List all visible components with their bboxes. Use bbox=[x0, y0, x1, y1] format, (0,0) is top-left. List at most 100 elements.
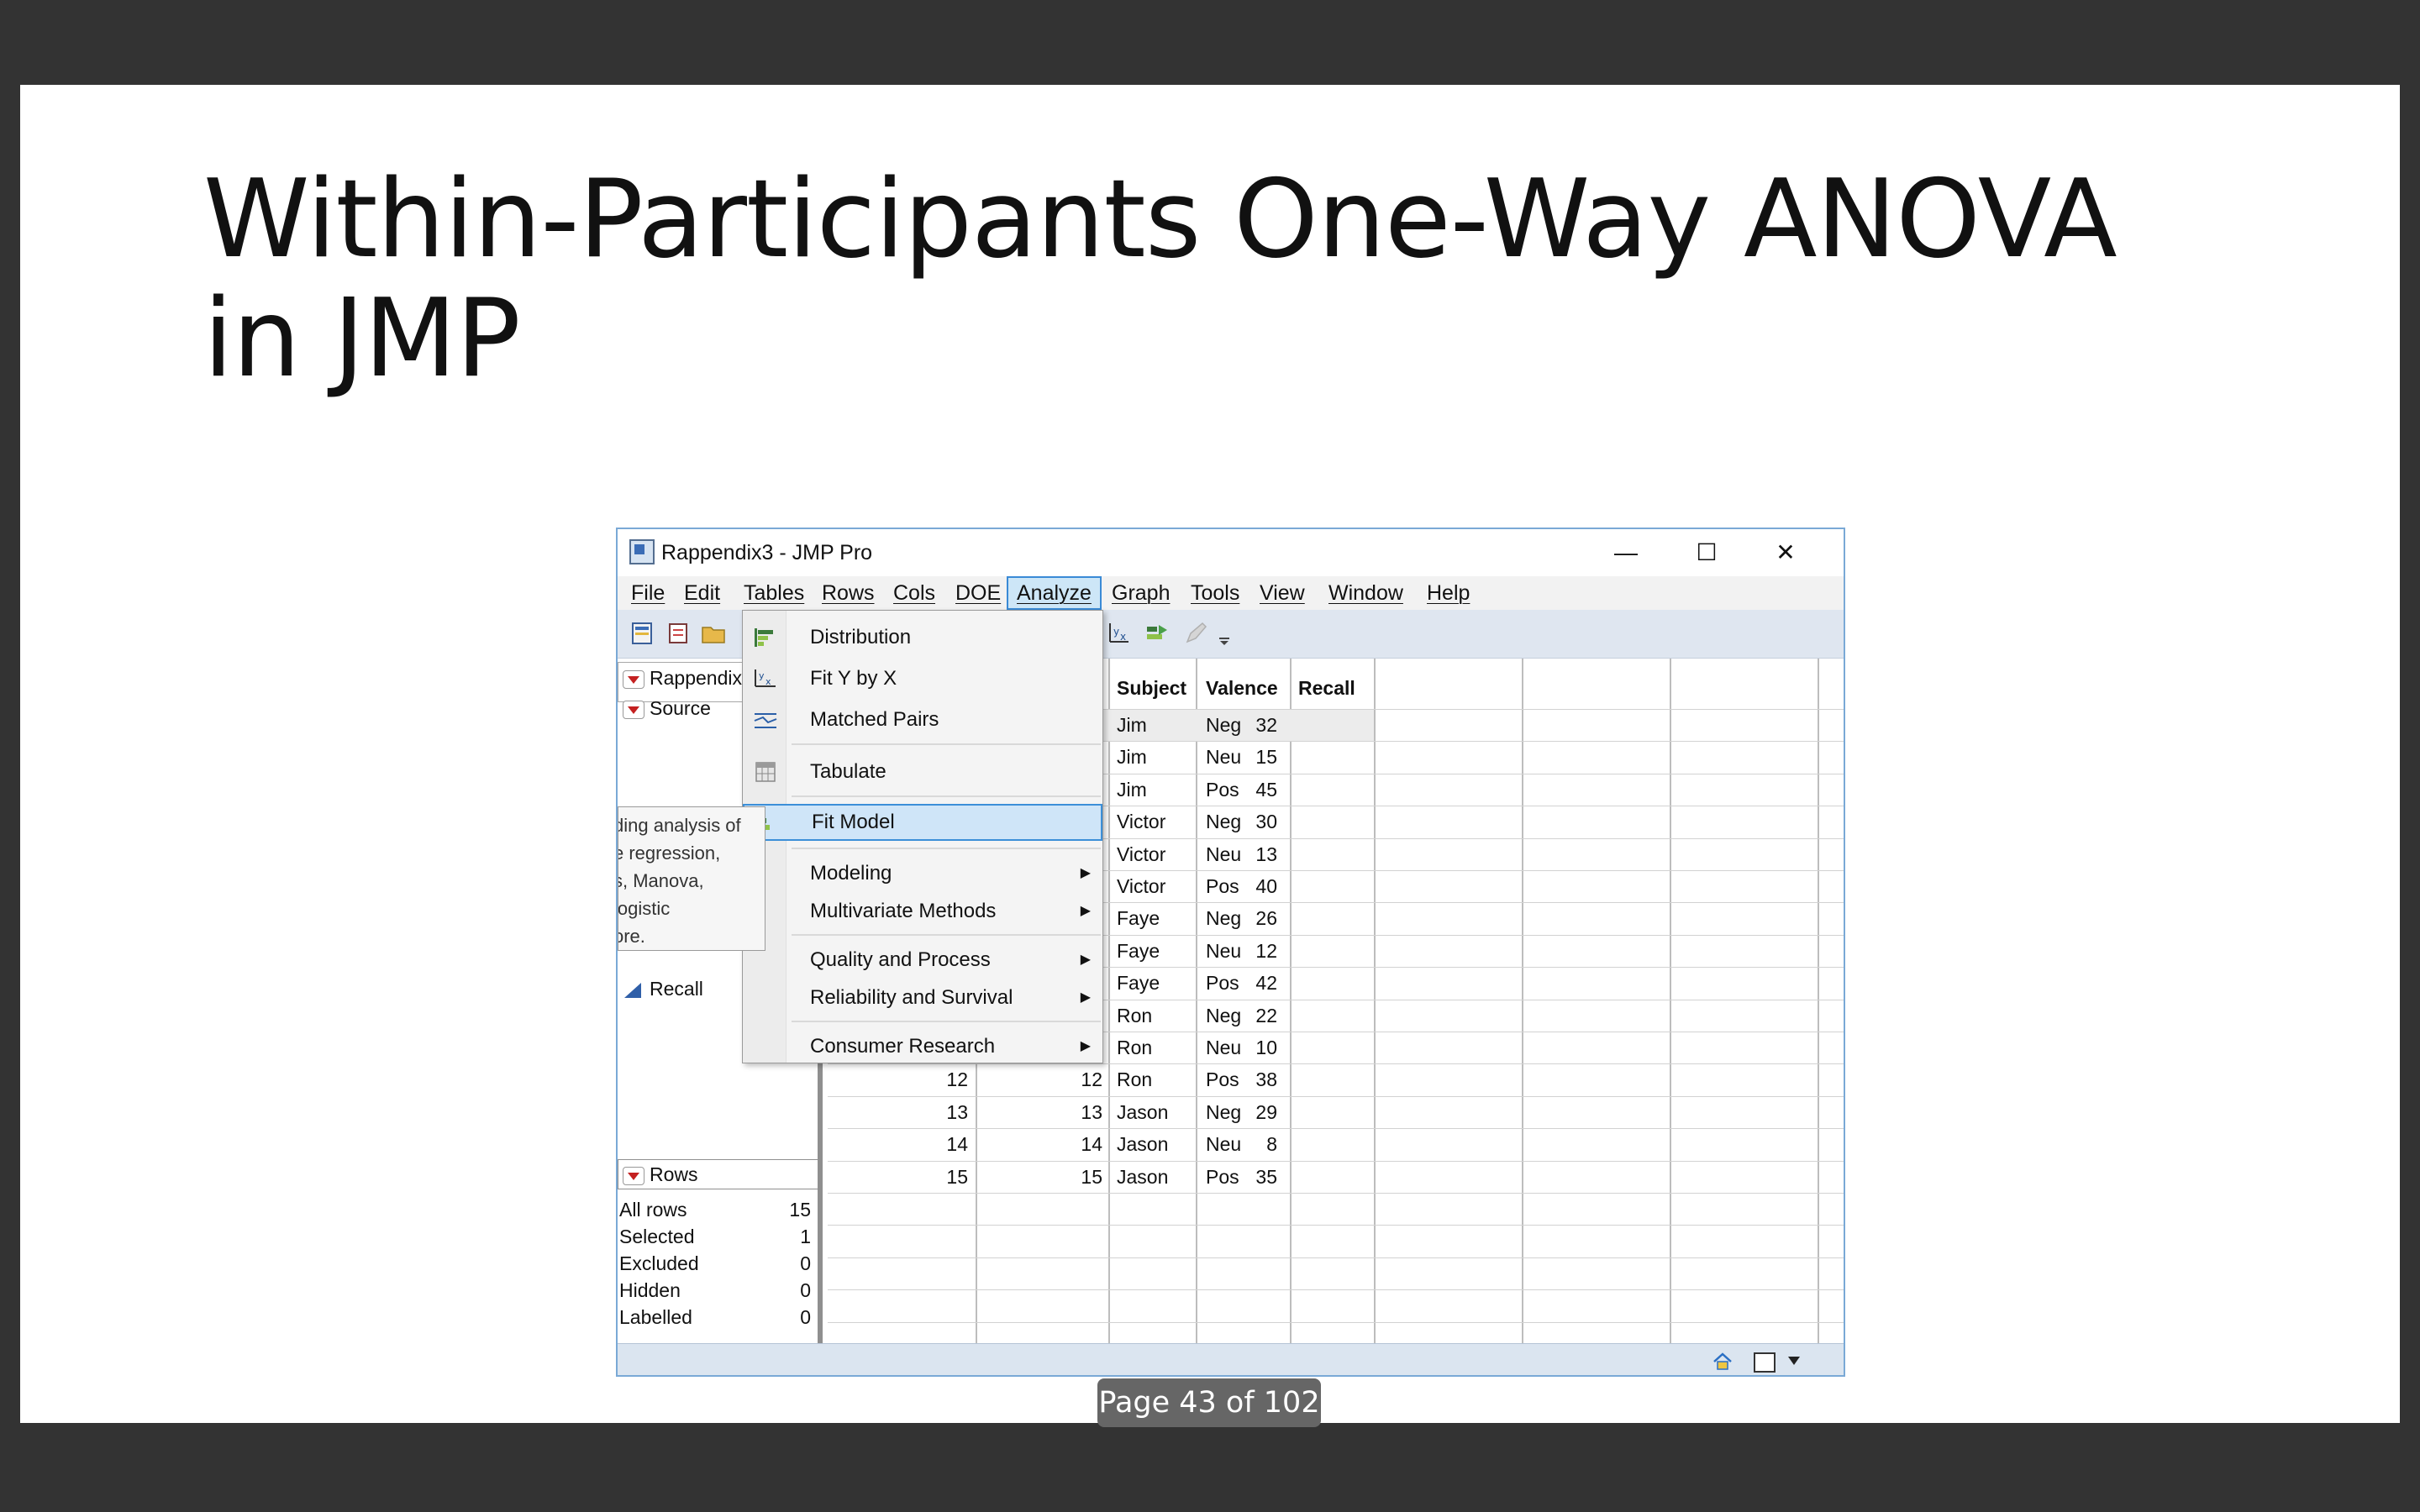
submenu-arrow-icon: ▶ bbox=[1080, 866, 1091, 880]
recall-cell[interactable]: 26 bbox=[1255, 907, 1277, 930]
valence-cell[interactable]: Neu bbox=[1206, 940, 1241, 963]
close-button[interactable]: ✕ bbox=[1760, 534, 1811, 571]
toolbar-overflow-icon[interactable] bbox=[1216, 620, 1233, 647]
red-triangle-icon[interactable] bbox=[623, 1166, 644, 1185]
recall-cell[interactable]: 45 bbox=[1255, 779, 1277, 801]
fit-y-by-x-toolbar-icon[interactable]: yx bbox=[1105, 620, 1132, 647]
menu-item-matched-pairs[interactable]: Matched Pairs bbox=[743, 701, 1102, 738]
menu-item-fit-y-by-x[interactable]: yx Fit Y by X bbox=[743, 660, 1102, 697]
column-header-subject[interactable]: Subject bbox=[1117, 677, 1186, 700]
menu-item-distribution[interactable]: Distribution bbox=[743, 619, 1102, 656]
menu-tools[interactable]: Tools bbox=[1191, 576, 1239, 610]
recall-cell[interactable]: 42 bbox=[1255, 972, 1277, 995]
rows-header[interactable]: Rows bbox=[623, 1163, 698, 1186]
recall-cell[interactable]: 22 bbox=[1255, 1005, 1277, 1027]
subject-cell[interactable]: Jim bbox=[1117, 746, 1147, 769]
recall-cell[interactable]: 40 bbox=[1255, 875, 1277, 898]
recall-cell[interactable]: 32 bbox=[1255, 714, 1277, 737]
slide-title-line-2: in JMP bbox=[203, 276, 521, 402]
table-name-row[interactable]: Rappendix bbox=[623, 667, 742, 690]
subject-cell[interactable]: Victor bbox=[1117, 811, 1165, 833]
row-id-cell[interactable]: 14 bbox=[1081, 1133, 1102, 1156]
minimize-button[interactable]: — bbox=[1601, 534, 1651, 571]
red-triangle-icon[interactable] bbox=[623, 669, 644, 689]
menu-file[interactable]: File bbox=[631, 576, 665, 610]
new-script-icon[interactable] bbox=[665, 620, 692, 647]
subject-cell[interactable]: Jason bbox=[1117, 1166, 1168, 1189]
valence-cell[interactable]: Neg bbox=[1206, 1005, 1241, 1027]
menu-item-reliability-and-survival[interactable]: Reliability and Survival ▶ bbox=[743, 979, 1102, 1016]
menu-item-modeling[interactable]: Modeling ▶ bbox=[743, 855, 1102, 892]
valence-cell[interactable]: Neg bbox=[1206, 1101, 1241, 1124]
valence-cell[interactable]: Neu bbox=[1206, 843, 1241, 866]
menu-graph[interactable]: Graph bbox=[1112, 576, 1170, 610]
valence-cell[interactable]: Pos bbox=[1206, 972, 1239, 995]
maximize-button[interactable]: ☐ bbox=[1681, 534, 1732, 571]
menu-item-quality-and-process[interactable]: Quality and Process ▶ bbox=[743, 942, 1102, 979]
row-number[interactable]: 15 bbox=[946, 1166, 968, 1189]
recall-cell[interactable]: 13 bbox=[1255, 843, 1277, 866]
red-triangle-icon[interactable] bbox=[623, 700, 644, 719]
menu-item-tabulate[interactable]: Tabulate bbox=[743, 753, 1102, 790]
subject-cell[interactable]: Victor bbox=[1117, 875, 1165, 898]
row-id-cell[interactable]: 13 bbox=[1081, 1101, 1102, 1124]
subject-cell[interactable]: Faye bbox=[1117, 907, 1160, 930]
subject-cell[interactable]: Faye bbox=[1117, 972, 1160, 995]
menu-view[interactable]: View bbox=[1260, 576, 1305, 610]
valence-cell[interactable]: Neu bbox=[1206, 1133, 1241, 1156]
subject-cell[interactable]: Jason bbox=[1117, 1101, 1168, 1124]
menu-window[interactable]: Window bbox=[1328, 576, 1403, 610]
recall-cell[interactable]: 10 bbox=[1255, 1037, 1277, 1059]
row-number[interactable]: 13 bbox=[946, 1101, 968, 1124]
menu-item-multivariate-methods[interactable]: Multivariate Methods ▶ bbox=[743, 893, 1102, 930]
valence-cell[interactable]: Pos bbox=[1206, 875, 1239, 898]
menu-edit[interactable]: Edit bbox=[684, 576, 720, 610]
subject-cell[interactable]: Ron bbox=[1117, 1037, 1152, 1059]
menu-cols[interactable]: Cols bbox=[893, 576, 935, 610]
open-folder-icon[interactable] bbox=[700, 620, 727, 647]
recall-cell[interactable]: 12 bbox=[1255, 940, 1277, 963]
valence-cell[interactable]: Neu bbox=[1206, 1037, 1241, 1059]
dropdown-arrow-icon[interactable] bbox=[1787, 1356, 1801, 1366]
subject-cell[interactable]: Jim bbox=[1117, 714, 1147, 737]
subject-cell[interactable]: Ron bbox=[1117, 1005, 1152, 1027]
valence-cell[interactable]: Neg bbox=[1206, 811, 1241, 833]
valence-cell[interactable]: Pos bbox=[1206, 1068, 1239, 1091]
edit-pencil-icon[interactable] bbox=[1182, 620, 1209, 647]
row-id-cell[interactable]: 12 bbox=[1081, 1068, 1102, 1091]
valence-cell[interactable]: Neg bbox=[1206, 714, 1241, 737]
menu-analyze[interactable]: Analyze bbox=[1007, 576, 1102, 610]
menu-item-fit-model[interactable]: Fit Model bbox=[743, 804, 1102, 841]
menu-item-consumer-research[interactable]: Consumer Research ▶ bbox=[743, 1028, 1102, 1065]
valence-cell[interactable]: Pos bbox=[1206, 779, 1239, 801]
subject-cell[interactable]: Jim bbox=[1117, 779, 1147, 801]
home-icon[interactable] bbox=[1712, 1351, 1733, 1373]
row-number[interactable]: 12 bbox=[946, 1068, 968, 1091]
recall-cell[interactable]: 15 bbox=[1255, 746, 1277, 769]
source-row[interactable]: Source bbox=[623, 697, 711, 720]
menu-help[interactable]: Help bbox=[1427, 576, 1470, 610]
subject-cell[interactable]: Faye bbox=[1117, 940, 1160, 963]
valence-cell[interactable]: Neg bbox=[1206, 907, 1241, 930]
column-header-valence[interactable]: Valence bbox=[1206, 677, 1278, 700]
window-list-icon[interactable] bbox=[1754, 1352, 1776, 1373]
recall-cell[interactable]: 29 bbox=[1255, 1101, 1277, 1124]
recall-cell[interactable]: 35 bbox=[1255, 1166, 1277, 1189]
recall-cell[interactable]: 8 bbox=[1266, 1133, 1277, 1156]
valence-cell[interactable]: Pos bbox=[1206, 1166, 1239, 1189]
row-id-cell[interactable]: 15 bbox=[1081, 1166, 1102, 1189]
column-header-recall[interactable]: Recall bbox=[1298, 677, 1355, 700]
column-recall-row[interactable]: Recall bbox=[623, 978, 703, 1000]
subject-cell[interactable]: Ron bbox=[1117, 1068, 1152, 1091]
new-table-icon[interactable] bbox=[628, 620, 655, 647]
menu-rows[interactable]: Rows bbox=[822, 576, 875, 610]
subject-cell[interactable]: Victor bbox=[1117, 843, 1165, 866]
recall-cell[interactable]: 30 bbox=[1255, 811, 1277, 833]
subject-cell[interactable]: Jason bbox=[1117, 1133, 1168, 1156]
menu-doe[interactable]: DOE bbox=[955, 576, 1001, 610]
menu-tables[interactable]: Tables bbox=[744, 576, 804, 610]
recall-cell[interactable]: 38 bbox=[1255, 1068, 1277, 1091]
row-number[interactable]: 14 bbox=[946, 1133, 968, 1156]
fit-model-toolbar-icon[interactable] bbox=[1144, 620, 1171, 647]
valence-cell[interactable]: Neu bbox=[1206, 746, 1241, 769]
